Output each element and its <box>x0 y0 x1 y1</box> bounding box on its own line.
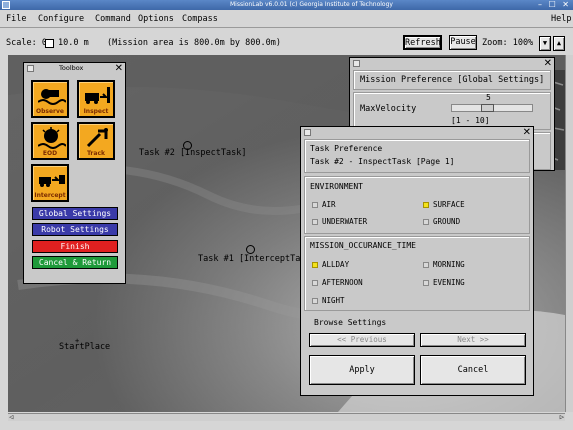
occurrence-title: MISSION_OCCURANCE_TIME <box>310 241 416 250</box>
checkbox[interactable] <box>312 219 318 225</box>
robot-settings-button[interactable]: Robot Settings <box>32 223 118 236</box>
track-icon <box>86 128 108 148</box>
start-label: StartPlace <box>59 342 111 352</box>
cancel-button[interactable]: Cancel <box>420 355 526 385</box>
mission-pref-close-icon[interactable]: ✕ <box>544 58 552 69</box>
time-option-evening[interactable]: EVENING <box>423 278 465 287</box>
time-option-night[interactable]: NIGHT <box>312 296 345 305</box>
window-menu-icon[interactable] <box>2 1 10 9</box>
apply-button[interactable]: Apply <box>309 355 415 385</box>
toolbox-menu-icon[interactable] <box>27 65 34 72</box>
menu-command[interactable]: Command <box>95 11 131 28</box>
status-bar: Scale: 0 10.0 m (Mission area is 800.0m … <box>0 33 573 53</box>
scale-bar-icon <box>45 39 54 48</box>
mission-pref-header: Mission Preference [Global Settings] <box>353 70 551 90</box>
tool-observe[interactable]: Observe <box>31 80 69 118</box>
tool-track[interactable]: Track <box>77 122 115 160</box>
tool-intercept[interactable]: Intercept <box>31 164 69 202</box>
menubar: File Configure Command Options Compass H… <box>0 11 573 28</box>
previous-button[interactable]: << Previous <box>309 333 415 347</box>
env-option-surface[interactable]: SURFACE <box>423 200 465 209</box>
environment-title: ENVIRONMENT <box>310 182 363 191</box>
toolbox-close-icon[interactable]: ✕ <box>115 63 123 74</box>
mission-area-text: (Mission area is 800.0m by 800.0m) <box>107 38 281 48</box>
next-button[interactable]: Next >> <box>420 333 526 347</box>
finish-button[interactable]: Finish <box>32 240 118 253</box>
scroll-left-icon[interactable]: ◁ <box>9 413 13 421</box>
inspect-icon <box>85 87 110 104</box>
window-titlebar: MissionLab v6.0.01 (c) Georgia Institute… <box>0 0 573 10</box>
checkbox[interactable] <box>312 280 318 286</box>
task1-marker[interactable] <box>246 245 255 254</box>
horizontal-scrollbar[interactable]: ◁ ▷ <box>8 413 565 421</box>
window-controls[interactable]: – ☐ ✕ <box>538 0 571 10</box>
tool-inspect[interactable]: Inspect <box>77 80 115 118</box>
tool-eod[interactable]: EOD <box>31 122 69 160</box>
cancel-return-button[interactable]: Cancel & Return <box>32 256 118 269</box>
refresh-button[interactable]: Refresh <box>403 35 442 50</box>
checkbox[interactable] <box>312 202 318 208</box>
env-option-ground[interactable]: GROUND <box>423 217 460 226</box>
observe-icon <box>38 89 66 105</box>
zoom-in-button[interactable]: ▲ <box>553 36 565 51</box>
max-velocity-slider[interactable] <box>451 104 533 112</box>
menu-compass[interactable]: Compass <box>182 11 218 28</box>
toolbox-title: Toolbox <box>59 64 84 72</box>
max-velocity-value: 5 <box>486 93 491 102</box>
menu-options[interactable]: Options <box>138 11 174 28</box>
checkbox[interactable] <box>312 298 318 304</box>
task-pref-title: Task Preference <box>310 144 383 153</box>
checkbox-checked[interactable] <box>312 262 318 268</box>
scroll-right-icon[interactable]: ▷ <box>560 413 564 421</box>
intercept-icon <box>39 175 65 187</box>
env-option-underwater[interactable]: UNDERWATER <box>312 217 367 226</box>
browse-settings-label: Browse Settings <box>314 318 387 327</box>
eod-icon <box>38 127 66 149</box>
zoom-label: Zoom: 100% <box>482 38 534 48</box>
occurrence-section: MISSION_OCCURANCE_TIME ALLDAY MORNING AF… <box>304 236 530 311</box>
scale-label: Scale: 0 <box>6 38 47 48</box>
task-pref-close-icon[interactable]: ✕ <box>523 127 531 138</box>
mission-pref-title: Mission Preference [Global Settings] <box>360 75 545 85</box>
vertical-scrollbar[interactable] <box>565 55 573 412</box>
max-velocity-section: MaxVelocity 5 [1 - 10] <box>353 92 551 130</box>
checkbox[interactable] <box>423 219 429 225</box>
environment-section: ENVIRONMENT AIR SURFACE UNDERWATER GROUN… <box>304 176 530 234</box>
task-preference-panel: ✕ Task Preference Task #2 - InspectTask … <box>300 126 534 396</box>
mission-pref-menu-icon[interactable] <box>353 60 360 67</box>
checkbox[interactable] <box>423 262 429 268</box>
task-pref-menu-icon[interactable] <box>304 129 311 136</box>
menu-configure[interactable]: Configure <box>38 11 84 28</box>
global-settings-button[interactable]: Global Settings <box>32 207 118 220</box>
toolbox-panel: Toolbox ✕ Observe Inspect EOD Track Inte… <box>23 62 126 284</box>
task-pref-subtitle: Task #2 - InspectTask [Page 1] <box>310 157 455 166</box>
max-velocity-label: MaxVelocity <box>360 104 417 114</box>
checkbox[interactable] <box>423 280 429 286</box>
menu-help[interactable]: Help <box>551 11 571 28</box>
time-option-morning[interactable]: MORNING <box>423 260 465 269</box>
max-velocity-range: [1 - 10] <box>451 116 490 125</box>
checkbox-checked[interactable] <box>423 202 429 208</box>
time-option-afternoon[interactable]: AFTERNOON <box>312 278 363 287</box>
env-option-air[interactable]: AIR <box>312 200 336 209</box>
window-title: MissionLab v6.0.01 (c) Georgia Institute… <box>230 1 393 8</box>
pause-button[interactable]: Pause <box>449 35 477 50</box>
task2-label: Task #2 [InspectTask] <box>139 148 247 158</box>
menu-file[interactable]: File <box>6 11 26 28</box>
zoom-out-button[interactable]: ▼ <box>539 36 551 51</box>
slider-thumb[interactable] <box>481 104 494 112</box>
time-option-allday[interactable]: ALLDAY <box>312 260 349 269</box>
task-pref-header: Task Preference Task #2 - InspectTask [P… <box>304 139 530 173</box>
task1-label: Task #1 [InterceptTask <box>198 254 311 264</box>
scale-value: 10.0 m <box>58 38 89 48</box>
